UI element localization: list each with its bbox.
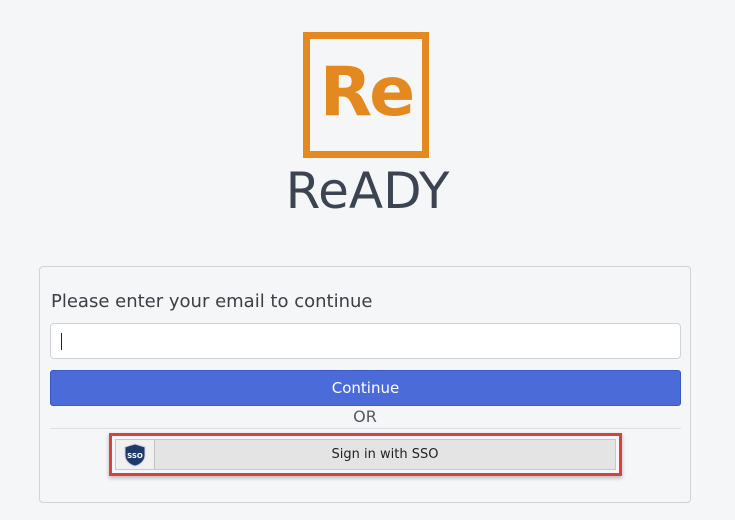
email-input[interactable] bbox=[50, 323, 681, 359]
sso-shield-icon: SSO bbox=[116, 440, 155, 469]
or-separator: OR bbox=[353, 407, 377, 426]
logo-mark: Re bbox=[319, 53, 416, 132]
divider bbox=[50, 428, 681, 429]
login-card: Please enter your email to continue Cont… bbox=[39, 266, 691, 503]
sso-icon-text: SSO bbox=[127, 452, 143, 460]
brand-name: ReADY bbox=[285, 162, 450, 220]
email-prompt: Please enter your email to continue bbox=[51, 291, 373, 312]
text-caret bbox=[61, 333, 62, 350]
continue-button[interactable]: Continue bbox=[50, 370, 681, 406]
sso-button[interactable]: SSO Sign in with SSO bbox=[115, 439, 616, 470]
logo: Re bbox=[303, 32, 429, 158]
sso-button-label: Sign in with SSO bbox=[331, 447, 439, 462]
